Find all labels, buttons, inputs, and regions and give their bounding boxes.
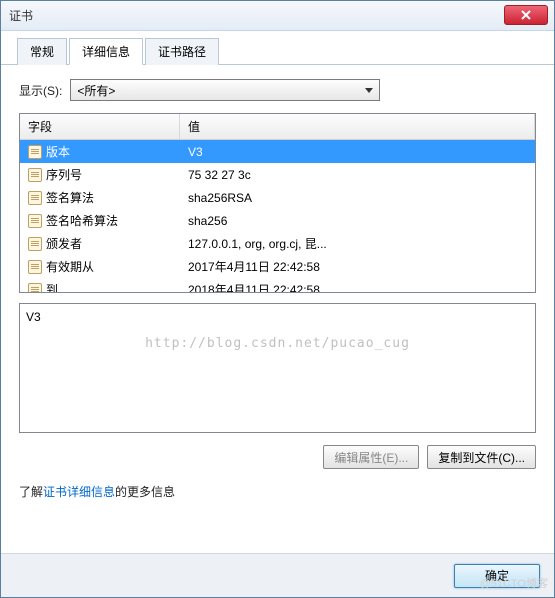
close-icon (521, 10, 531, 20)
cert-field-icon (28, 168, 42, 182)
edit-properties-button[interactable]: 编辑属性(E)... (323, 445, 419, 469)
field-detail-box[interactable]: V3 (19, 303, 536, 433)
list-row[interactable]: 版本 V3 (20, 140, 535, 163)
cert-field-icon (28, 260, 42, 274)
show-select-value: <所有> (77, 84, 115, 98)
learn-more-row: 了解证书详细信息的更多信息 (19, 483, 536, 500)
certificate-dialog: 证书 常规 详细信息 证书路径 显示(S): <所有> 字段 值 版本 V3 (0, 0, 555, 598)
close-button[interactable] (504, 5, 548, 25)
tab-details[interactable]: 详细信息 (69, 38, 143, 65)
dialog-footer: 确定 (1, 553, 554, 597)
col-header-field[interactable]: 字段 (20, 114, 180, 139)
field-detail-value: V3 (26, 310, 41, 324)
list-row[interactable]: 有效期从 2017年4月11日 22:42:58 (20, 255, 535, 278)
list-row[interactable]: 到 2018年4月11日 22:42:58 (20, 278, 535, 293)
tab-cert-path[interactable]: 证书路径 (145, 38, 219, 65)
learn-more-link[interactable]: 证书详细信息 (43, 485, 115, 499)
window-title: 证书 (9, 7, 33, 24)
ok-button[interactable]: 确定 (454, 564, 540, 588)
titlebar: 证书 (1, 1, 554, 31)
cert-field-icon (28, 283, 42, 294)
fields-list[interactable]: 字段 值 版本 V3 序列号 75 32 27 3c 签名算法 sha256RS… (19, 113, 536, 293)
cert-field-icon (28, 214, 42, 228)
list-row[interactable]: 序列号 75 32 27 3c (20, 163, 535, 186)
list-row[interactable]: 签名哈希算法 sha256 (20, 209, 535, 232)
show-select[interactable]: <所有> (70, 79, 380, 101)
cert-field-icon (28, 237, 42, 251)
show-filter-row: 显示(S): <所有> (19, 79, 536, 101)
button-row: 编辑属性(E)... 复制到文件(C)... (19, 445, 536, 469)
list-row[interactable]: 签名算法 sha256RSA (20, 186, 535, 209)
list-header: 字段 值 (20, 114, 535, 140)
col-header-value[interactable]: 值 (180, 114, 535, 139)
list-row[interactable]: 颁发者 127.0.0.1, org, org.cj, 昆... (20, 232, 535, 255)
tab-strip: 常规 详细信息 证书路径 (1, 31, 554, 65)
cert-field-icon (28, 191, 42, 205)
copy-to-file-button[interactable]: 复制到文件(C)... (427, 445, 536, 469)
cert-field-icon (28, 145, 42, 159)
show-label: 显示(S): (19, 82, 62, 99)
details-page: 显示(S): <所有> 字段 值 版本 V3 序列号 75 32 27 3c 签… (1, 65, 554, 510)
tab-general[interactable]: 常规 (17, 38, 67, 65)
